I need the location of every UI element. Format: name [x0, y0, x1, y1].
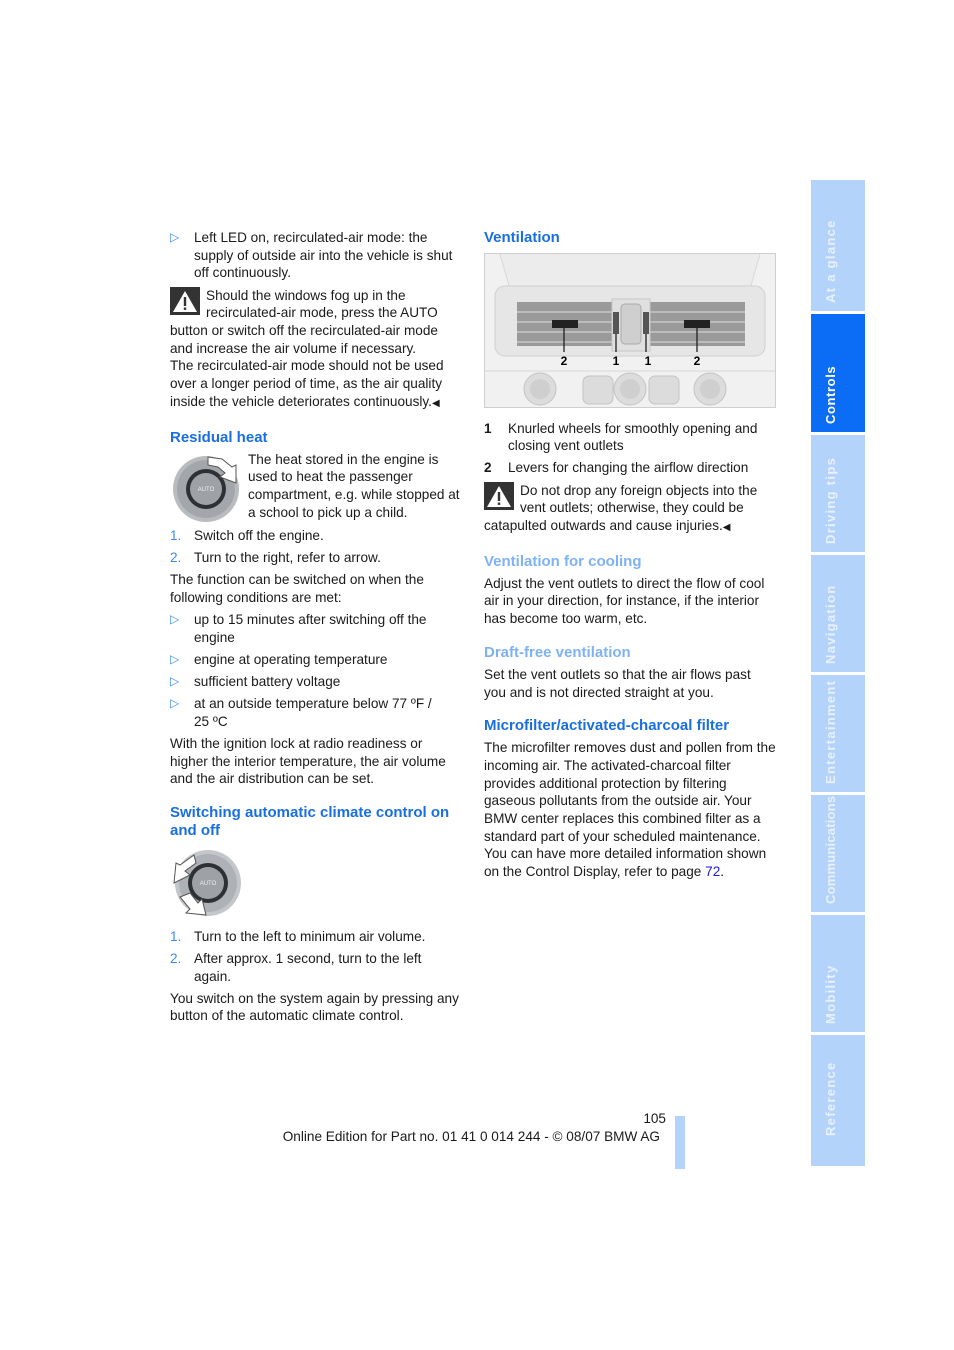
ventilation-outlets-image: 2 1 1 2: [484, 252, 776, 408]
tab-mobility[interactable]: Mobility: [811, 915, 865, 1032]
warning-icon: [484, 481, 514, 510]
warning-block: Should the windows fog up in the recircu…: [170, 286, 462, 413]
tab-driving-tips[interactable]: Driving tips: [811, 435, 865, 552]
tab-communications[interactable]: Communications: [811, 795, 865, 912]
draft-free-text: Set the vent outlets so that the air flo…: [484, 666, 751, 700]
bullet-triangle-icon: ▷: [170, 611, 180, 626]
conditions-intro: The function can be switched on when the…: [170, 571, 424, 605]
cooling-text: Adjust the vent outlets to direct the fl…: [484, 575, 765, 627]
bullet-item: ▷ Left LED on, recirculated-air mode: th…: [170, 229, 462, 282]
dial-auto-label: AUTO: [198, 487, 215, 493]
condition-item: ▷ engine at operating temperature: [170, 651, 388, 667]
page-ref-link[interactable]: 72: [705, 864, 720, 879]
condition-item: ▷ at an outside temperature below 77 ºF /…: [170, 696, 432, 729]
heading-ventilation: Ventilation: [484, 229, 560, 246]
warning-text-continued: The recirculated-air mode should not be …: [170, 358, 444, 409]
bullet-triangle-icon: ▷: [170, 651, 180, 666]
tab-navigation[interactable]: Navigation: [811, 555, 865, 672]
footer-edition: Online Edition for Part no. 01 41 0 014 …: [282, 1129, 660, 1144]
legend-item: 2 Levers for changing the airflow directi…: [484, 460, 749, 476]
microfilter-text: The microfilter removes dust and pollen …: [484, 740, 776, 844]
climate-dial-left-arrow-image: AUTO: [170, 847, 242, 919]
residual-heat-note: With the ignition lock at radio readines…: [170, 736, 446, 787]
microfilter-text-2: You can have more detailed information s…: [484, 846, 767, 880]
bullet-triangle-icon: ▷: [170, 696, 180, 711]
condition-item: ▷ sufficient battery voltage: [170, 673, 341, 689]
residual-heat-intro: AUTO The heat stored in the engine is us…: [170, 451, 462, 522]
chapter-tabs: At a glance Controls Driving tips Naviga…: [811, 180, 865, 1166]
step-item: 2. After approx. 1 second, turn to the le…: [170, 950, 422, 984]
right-column: Ventilation 2 1 1 2 1 Knurled wheels for…: [484, 229, 776, 881]
dial-auto-label: AUTO: [200, 881, 217, 887]
heading-draft-free: Draft-free ventilation: [484, 643, 631, 661]
heading-ventilation-cooling: Ventilation for cooling: [484, 552, 642, 570]
bullet-triangle-icon: ▷: [170, 673, 180, 688]
step-item: 2. Turn to the right, refer to arrow.: [170, 549, 381, 565]
heading-switching-climate-control: Switching automatic climate control on a…: [170, 804, 450, 839]
callout-label: 2: [694, 354, 701, 368]
step-item: 1. Switch off the engine.: [170, 527, 324, 543]
tab-reference[interactable]: Reference: [811, 1035, 865, 1166]
callout-label: 1: [613, 354, 620, 368]
tab-at-a-glance[interactable]: At a glance: [811, 180, 865, 311]
warning-text: Should the windows fog up in the recircu…: [170, 287, 438, 356]
legend-item: 1 Knurled wheels for smoothly opening and…: [484, 420, 758, 454]
warning-text: Do not drop any foreign objects into the…: [484, 482, 758, 534]
bullet-triangle-icon: ▷: [170, 230, 180, 244]
warning-icon: [170, 286, 200, 315]
left-column: ▷ Left LED on, recirculated-air mode: th…: [170, 229, 462, 1025]
heading-residual-heat: Residual heat: [170, 428, 268, 446]
bullet-text: Left LED on, recirculated-air mode: the …: [194, 230, 453, 281]
footer-marker-bar: [675, 1116, 685, 1169]
tab-controls[interactable]: Controls: [811, 314, 865, 432]
condition-item: ▷ up to 15 minutes after switching off th…: [170, 611, 427, 645]
heading-microfilter: Microfilter/activated-charcoal filter: [484, 717, 730, 735]
callout-label: 2: [561, 354, 568, 368]
step-item: 1. Turn to the left to minimum air volume…: [170, 928, 426, 944]
climate-dial-right-arrow-image: AUTO: [170, 451, 242, 523]
end-mark-icon: ◀: [431, 397, 440, 409]
warning-block: Do not drop any foreign objects into the…: [484, 481, 776, 537]
end-mark-icon: ◀: [722, 522, 731, 534]
page-number: 105: [643, 1111, 666, 1126]
callout-label: 1: [645, 354, 652, 368]
switching-note: You switch on the system again by pressi…: [170, 990, 459, 1024]
tab-entertainment[interactable]: Entertainment: [811, 675, 865, 792]
